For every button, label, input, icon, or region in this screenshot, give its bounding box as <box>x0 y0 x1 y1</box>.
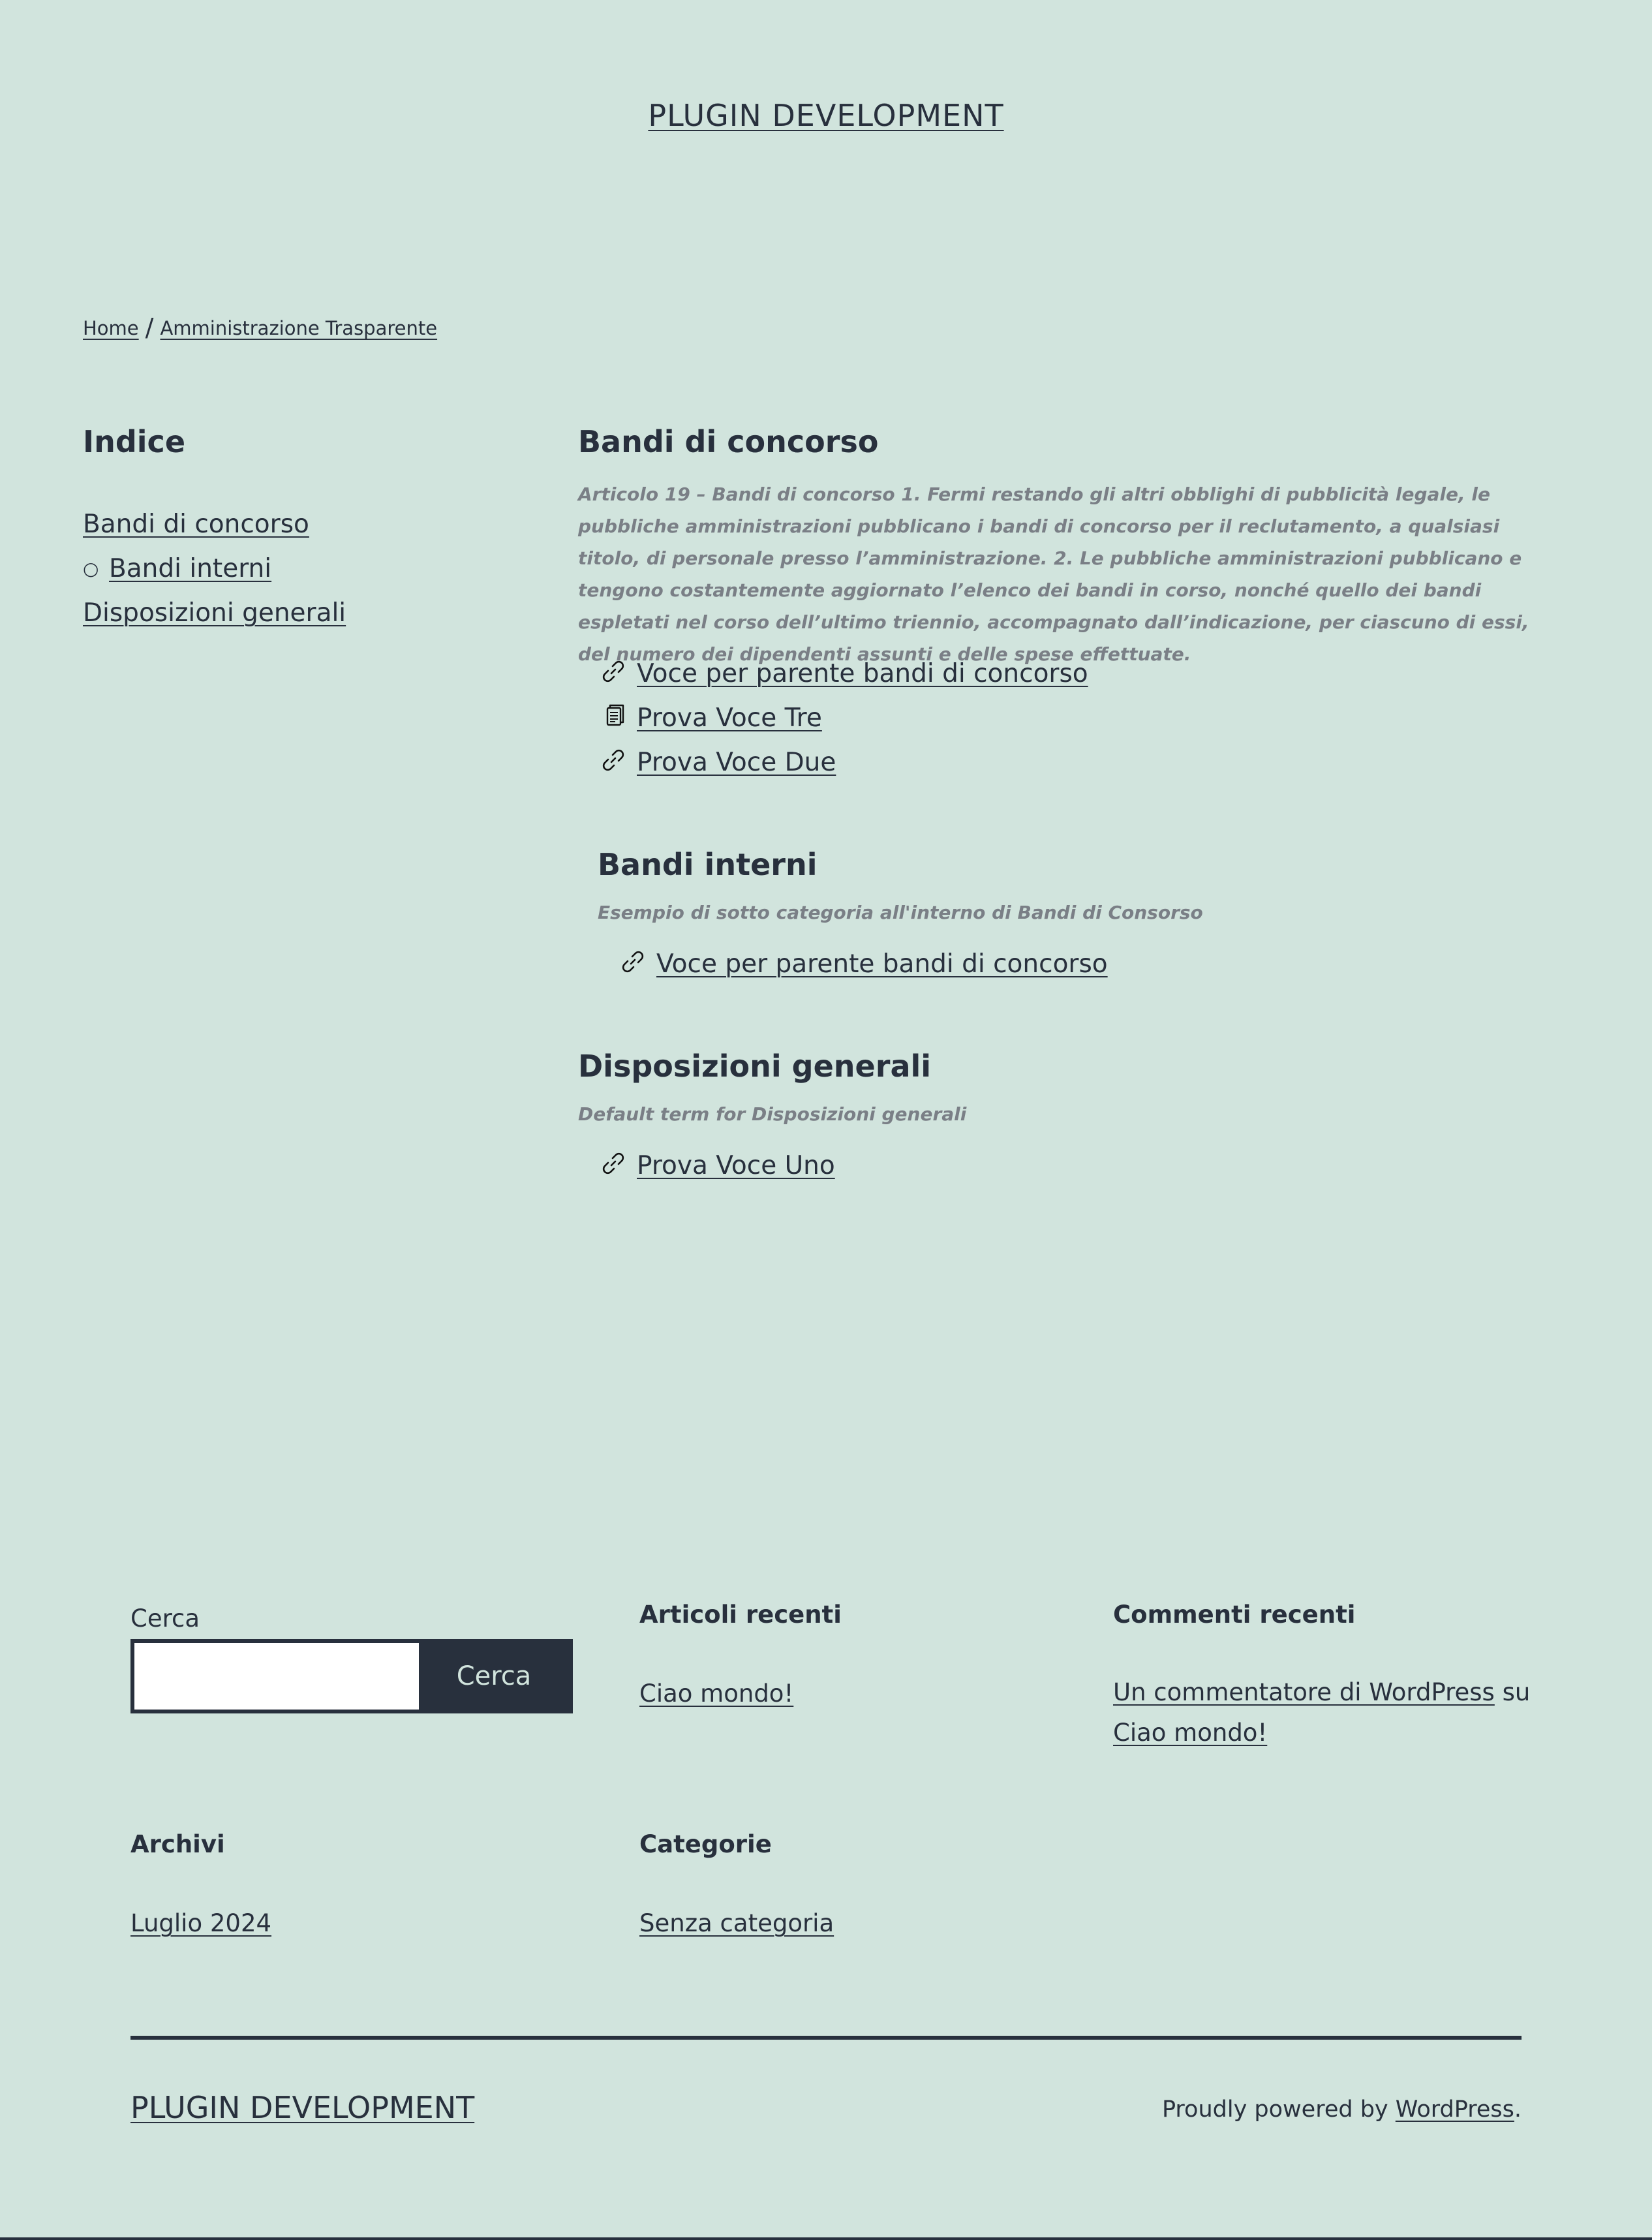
document-item: Prova Voce Tre <box>599 696 1088 741</box>
section-description: Esempio di sotto categoria all'interno d… <box>598 902 1203 923</box>
breadcrumb-separator: / <box>145 313 154 342</box>
link-icon <box>602 660 624 683</box>
document-icon <box>606 704 624 726</box>
search-input[interactable] <box>134 1643 419 1710</box>
categories-title: Categorie <box>639 1830 772 1858</box>
site-title-link[interactable]: PLUGIN DEVELOPMENT <box>0 98 1652 133</box>
document-link[interactable]: Prova Voce Tre <box>637 703 822 733</box>
section-description: Default term for Disposizioni generali <box>578 1103 967 1125</box>
link-icon <box>602 749 624 771</box>
index-item-bandi-interni: ○ Bandi interni <box>83 547 346 591</box>
wordpress-link[interactable]: WordPress <box>1396 2096 1514 2123</box>
document-link[interactable]: Prova Voce Due <box>637 748 836 777</box>
recent-comment: Un commentatore di WordPress su Ciao mon… <box>1113 1672 1531 1753</box>
document-item: Voce per parente bandi di concorso <box>599 652 1088 696</box>
document-link[interactable]: Voce per parente bandi di concorso <box>637 659 1088 688</box>
archives-title: Archivi <box>130 1830 225 1858</box>
section-title-bandi-interni: Bandi interni <box>598 847 818 882</box>
search-label: Cerca <box>130 1604 200 1633</box>
powered-by-suffix: . <box>1514 2096 1522 2123</box>
category-link[interactable]: Senza categoria <box>639 1909 834 1937</box>
recent-posts-title: Articoli recenti <box>639 1601 842 1629</box>
document-list: Voce per parente bandi di concorso <box>619 942 1108 987</box>
circle-bullet-icon: ○ <box>83 558 99 579</box>
index-link-bandi-interni[interactable]: Bandi interni <box>109 554 271 583</box>
footer-divider <box>130 2036 1522 2040</box>
bottom-bar <box>0 2237 1652 2240</box>
recent-comments-title: Commenti recenti <box>1113 1601 1356 1629</box>
document-link[interactable]: Prova Voce Uno <box>637 1151 835 1180</box>
document-list: Voce per parente bandi di concorso Prova… <box>599 652 1088 785</box>
index-title: Indice <box>83 424 186 459</box>
section-title-bandi-di-concorso: Bandi di concorso <box>578 424 879 459</box>
document-item: Prova Voce Due <box>599 741 1088 785</box>
document-link[interactable]: Voce per parente bandi di concorso <box>656 949 1108 979</box>
breadcrumb: Home / Amministrazione Trasparente <box>83 312 437 342</box>
search-form: Cerca <box>130 1639 573 1713</box>
comment-author-link[interactable]: Un commentatore di WordPress <box>1113 1678 1495 1706</box>
index-item-bandi-di-concorso: Bandi di concorso <box>83 502 346 547</box>
breadcrumb-current-link[interactable]: Amministrazione Trasparente <box>160 317 437 339</box>
document-item: Prova Voce Uno <box>599 1144 835 1188</box>
link-icon <box>622 951 644 973</box>
index-link-bandi-di-concorso[interactable]: Bandi di concorso <box>83 510 309 539</box>
footer-site-title-link[interactable]: PLUGIN DEVELOPMENT <box>130 2090 474 2125</box>
section-title-disposizioni-generali: Disposizioni generali <box>578 1049 932 1084</box>
document-item: Voce per parente bandi di concorso <box>619 942 1108 987</box>
comment-post-link[interactable]: Ciao mondo! <box>1113 1719 1267 1747</box>
link-icon <box>602 1152 624 1174</box>
archive-link[interactable]: Luglio 2024 <box>130 1909 271 1937</box>
breadcrumb-home-link[interactable]: Home <box>83 317 139 339</box>
recent-post-link[interactable]: Ciao mondo! <box>639 1680 793 1708</box>
powered-by: Proudly powered by WordPress. <box>1162 2096 1522 2123</box>
index-list: Bandi di concorso ○ Bandi interni Disposi… <box>83 502 346 636</box>
search-button[interactable]: Cerca <box>419 1643 569 1710</box>
section-description: Articolo 19 – Bandi di concorso 1. Fermi… <box>578 483 1529 665</box>
powered-by-text: Proudly powered by <box>1161 2096 1388 2123</box>
index-item-disposizioni-generali: Disposizioni generali <box>83 591 346 636</box>
comment-connector: su <box>1502 1678 1531 1706</box>
index-link-disposizioni-generali[interactable]: Disposizioni generali <box>83 598 346 628</box>
document-list: Prova Voce Uno <box>599 1144 835 1188</box>
